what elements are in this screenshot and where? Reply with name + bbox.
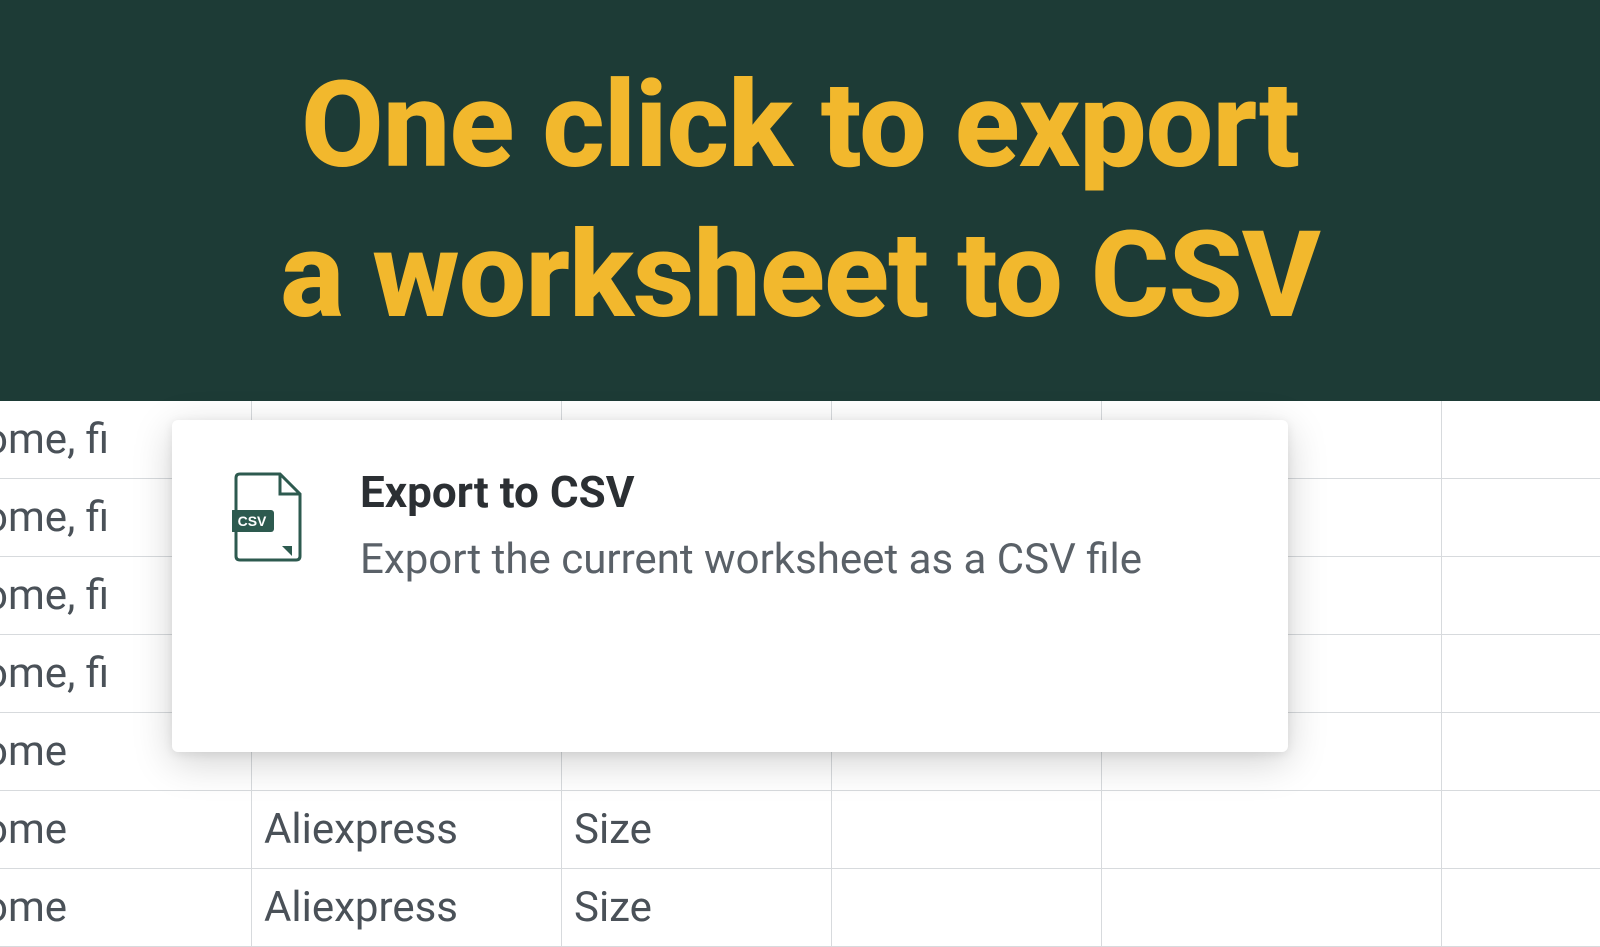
- table-cell[interactable]: vesome: [0, 791, 252, 868]
- table-cell[interactable]: [1102, 869, 1442, 946]
- export-csv-popover[interactable]: CSV Export to CSV Export the current wor…: [172, 420, 1288, 752]
- table-row[interactable]: vesome Aliexpress Size: [0, 869, 1600, 947]
- hero-title-line1: One click to export: [301, 56, 1299, 196]
- table-cell[interactable]: vesome: [0, 869, 252, 946]
- table-cell[interactable]: [1102, 791, 1442, 868]
- table-cell[interactable]: Aliexpress: [252, 791, 562, 868]
- hero-title-line2: a worksheet to CSV: [280, 206, 1319, 346]
- table-cell[interactable]: Aliexpress: [252, 869, 562, 946]
- hero-title: One click to export a worksheet to CSV: [280, 51, 1319, 351]
- csv-file-icon: CSV: [232, 472, 304, 562]
- table-cell[interactable]: [832, 869, 1102, 946]
- hero-banner: One click to export a worksheet to CSV: [0, 0, 1600, 401]
- table-cell[interactable]: Size: [562, 791, 832, 868]
- popover-content: Export to CSV Export the current workshe…: [360, 466, 1238, 589]
- table-cell[interactable]: Size: [562, 869, 832, 946]
- table-row[interactable]: vesome Aliexpress Size: [0, 791, 1600, 869]
- table-cell[interactable]: [832, 791, 1102, 868]
- popover-description: Export the current worksheet as a CSV fi…: [360, 532, 1238, 589]
- popover-title: Export to CSV: [360, 466, 1238, 518]
- svg-text:CSV: CSV: [238, 513, 267, 529]
